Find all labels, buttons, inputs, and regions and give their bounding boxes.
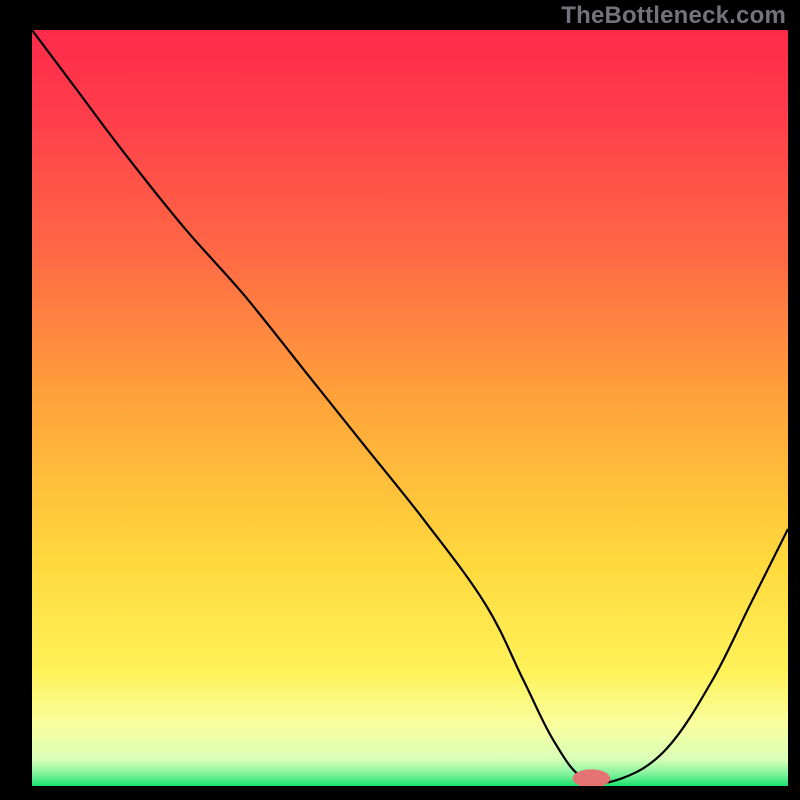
gradient-background: [32, 30, 788, 786]
chart-svg: [32, 30, 788, 786]
watermark-text: TheBottleneck.com: [561, 2, 786, 30]
chart-stage: TheBottleneck.com: [0, 0, 800, 800]
plot-area: [32, 30, 788, 786]
